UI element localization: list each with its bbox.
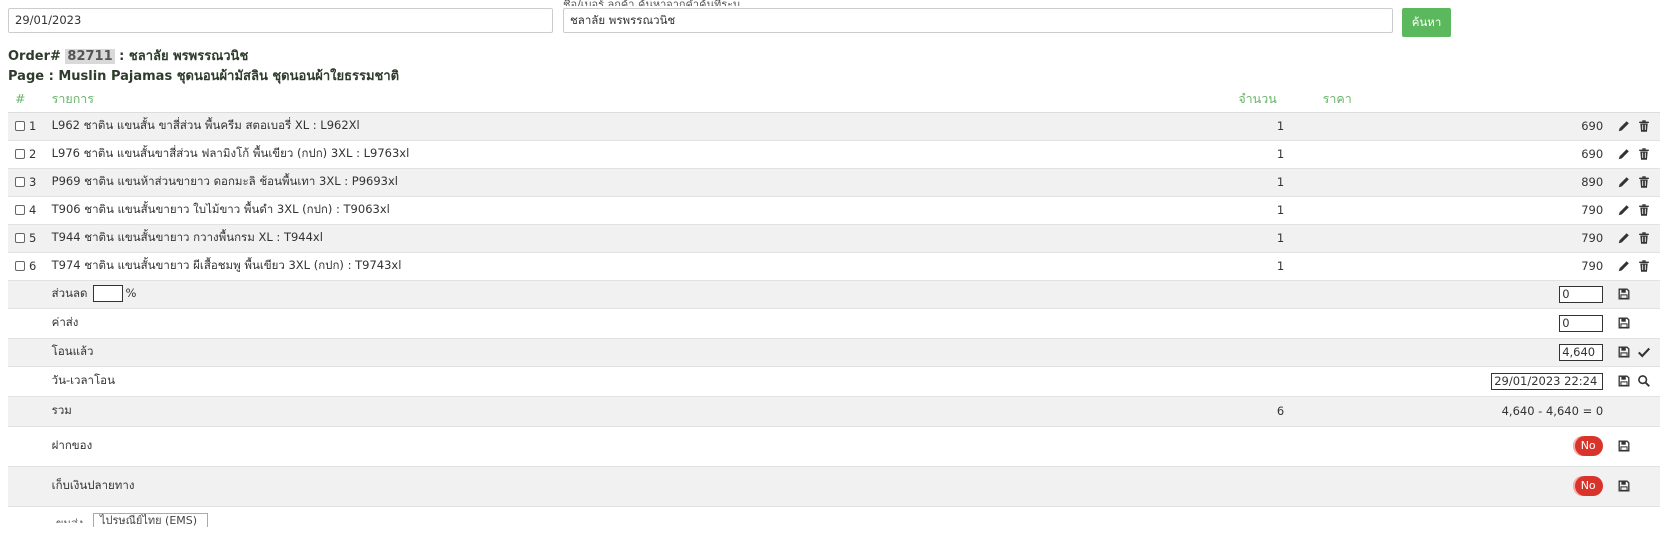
- paid-row: โอนแล้ว 4,640: [8, 338, 1660, 367]
- floppy-disk-icon[interactable]: [1617, 287, 1631, 301]
- cod-toggle[interactable]: No: [1573, 476, 1604, 496]
- pencil-icon[interactable]: [1617, 147, 1631, 161]
- item-price: 790: [1322, 224, 1612, 253]
- row-checkbox[interactable]: [15, 177, 25, 187]
- item-name: L976 ชาติน แขนสั้นขาสี่ส่วน ฟลามิงโก้ พื…: [49, 140, 1239, 169]
- order-title: Order# 82711 : ชลาลัย พรพรรณวนิช: [8, 45, 248, 66]
- col-header-num: #: [8, 86, 50, 113]
- deposit-label: ฝากของ: [49, 426, 1239, 467]
- row-checkbox[interactable]: [15, 233, 25, 243]
- table-row: 2 L976 ชาติน แขนสั้นขาสี่ส่วน ฟลามิงโก้ …: [8, 140, 1660, 169]
- table-row: 3 P969 ชาติน แขนห้าส่วนขายาว ดอกมะลิ ช้อ…: [8, 168, 1660, 197]
- item-price: 890: [1322, 168, 1612, 197]
- search-icon[interactable]: [1637, 374, 1651, 388]
- table-row: 5 T944 ชาติน แขนสั้นขายาว กวางพื้นกรม XL…: [8, 224, 1660, 253]
- row-num: 5: [29, 231, 37, 245]
- trash-icon[interactable]: [1637, 203, 1651, 217]
- discount-label: ส่วนลด: [51, 286, 88, 300]
- floppy-disk-icon[interactable]: [1617, 345, 1631, 359]
- item-qty: 1: [1238, 112, 1323, 141]
- order-number: 82711: [65, 49, 115, 64]
- transfer-time-row: วัน-เวลาโอน 29/01/2023 22:24: [8, 366, 1660, 397]
- total-label: รวม: [49, 396, 1239, 427]
- total-qty: 6: [1238, 396, 1323, 427]
- item-qty: 1: [1238, 224, 1323, 253]
- item-price: 790: [1322, 252, 1612, 281]
- page-title: Page : Muslin Pajamas ชุดนอนผ้ามัสลิน ชุ…: [8, 69, 400, 84]
- item-name: T906 ชาติน แขนสั้นขายาว ใบไม้ขาว พื้นดำ …: [49, 196, 1239, 225]
- order-prefix: Order#: [8, 49, 61, 64]
- item-qty: 1: [1238, 196, 1323, 225]
- total-value: 4,640 - 4,640 = 0: [1322, 396, 1612, 427]
- pencil-icon[interactable]: [1617, 231, 1631, 245]
- row-num: 3: [29, 175, 37, 189]
- pencil-icon[interactable]: [1617, 175, 1631, 189]
- row-checkbox[interactable]: [15, 205, 25, 215]
- row-num: 4: [29, 203, 37, 217]
- date-input[interactable]: 29/01/2023: [8, 8, 553, 33]
- item-price: 690: [1322, 112, 1612, 141]
- floppy-disk-icon[interactable]: [1617, 316, 1631, 330]
- paid-input[interactable]: 4,640: [1559, 343, 1604, 361]
- cod-row: เก็บเงินปลายทาง No: [8, 466, 1660, 507]
- row-checkbox[interactable]: [15, 121, 25, 131]
- table-row: 4 T906 ชาติน แขนสั้นขายาว ใบไม้ขาว พื้นด…: [8, 196, 1660, 225]
- item-qty: 1: [1238, 252, 1323, 281]
- item-price: 690: [1322, 140, 1612, 169]
- percent-sign: %: [125, 286, 137, 300]
- total-row: รวม 6 4,640 - 4,640 = 0: [8, 396, 1660, 427]
- trash-icon[interactable]: [1637, 175, 1651, 189]
- trash-icon[interactable]: [1637, 119, 1651, 133]
- item-name: P969 ชาติน แขนห้าส่วนขายาว ดอกมะลิ ช้อนพ…: [49, 168, 1239, 197]
- search-bar: ชื่อ/เบอร์ ลูกค้า ค้นหาจากคำค้นที่ระบุ 2…: [8, 0, 1658, 38]
- pencil-icon[interactable]: [1617, 203, 1631, 217]
- trash-icon[interactable]: [1637, 259, 1651, 273]
- order-customer: : ชลาลัย พรพรรณวนิช: [114, 49, 249, 64]
- paid-label: โอนแล้ว: [49, 338, 1239, 367]
- discount-percent-input[interactable]: [92, 285, 123, 302]
- trash-icon[interactable]: [1637, 147, 1651, 161]
- pencil-icon[interactable]: [1617, 259, 1631, 273]
- check-icon[interactable]: [1637, 345, 1651, 359]
- item-name: T944 ชาติน แขนสั้นขายาว กวางพื้นกรม XL :…: [49, 224, 1239, 253]
- item-price: 790: [1322, 196, 1612, 225]
- row-checkbox[interactable]: [15, 149, 25, 159]
- order-items-table: # รายการ จำนวน ราคา 1 L962 ชาติน แขนสั้น…: [8, 86, 1660, 507]
- customer-name-input[interactable]: ชลาลัย พรพรรณวนิช: [563, 8, 1393, 33]
- col-header-qty: จำนวน: [1238, 86, 1323, 113]
- shipping-input[interactable]: 0: [1559, 314, 1604, 332]
- shipping-method-select[interactable]: ไปรษณีย์ไทย (EMS): [93, 513, 208, 527]
- item-qty: 1: [1238, 168, 1323, 197]
- row-num: 1: [29, 119, 37, 133]
- row-num: 2: [29, 147, 37, 161]
- cod-label: เก็บเงินปลายทาง: [49, 466, 1239, 507]
- discount-amount-input[interactable]: 0: [1559, 285, 1604, 303]
- floppy-disk-icon[interactable]: [1617, 374, 1631, 388]
- search-hint-text: ชื่อ/เบอร์ ลูกค้า ค้นหาจากคำค้นที่ระบุ: [563, 0, 740, 6]
- table-row: 1 L962 ชาติน แขนสั้น ขาสี่ส่วน พื้นครีม …: [8, 112, 1660, 141]
- deposit-toggle[interactable]: No: [1573, 436, 1604, 456]
- row-checkbox[interactable]: [15, 261, 25, 271]
- pencil-icon[interactable]: [1617, 119, 1631, 133]
- col-header-name: รายการ: [49, 86, 1239, 113]
- floppy-disk-icon[interactable]: [1617, 439, 1631, 453]
- transfer-time-label: วัน-เวลาโอน: [49, 366, 1239, 397]
- shipping-row: ค่าส่ง 0: [8, 308, 1660, 339]
- row-num: 6: [29, 259, 37, 273]
- trash-icon[interactable]: [1637, 231, 1651, 245]
- deposit-row: ฝากของ No: [8, 426, 1660, 467]
- shipping-label: ค่าส่ง: [49, 308, 1239, 339]
- discount-row: ส่วนลด% 0: [8, 280, 1660, 309]
- table-row: 6 T974 ชาติน แขนสั้นขายาว ผีเสื้อชมพู พื…: [8, 252, 1660, 281]
- item-name: L962 ชาติน แขนสั้น ขาสี่ส่วน พื้นครีม สต…: [49, 112, 1239, 141]
- search-button[interactable]: ค้นหา: [1402, 8, 1451, 37]
- transfer-time-input[interactable]: 29/01/2023 22:24: [1491, 372, 1604, 390]
- shipping-method-label: ขนส่ง: [56, 514, 83, 523]
- item-name: T974 ชาติน แขนสั้นขายาว ผีเสื้อชมพู พื้น…: [49, 252, 1239, 281]
- floppy-disk-icon[interactable]: [1617, 479, 1631, 493]
- item-qty: 1: [1238, 140, 1323, 169]
- col-header-price: ราคา: [1322, 86, 1612, 113]
- col-header-actions: [1611, 86, 1660, 113]
